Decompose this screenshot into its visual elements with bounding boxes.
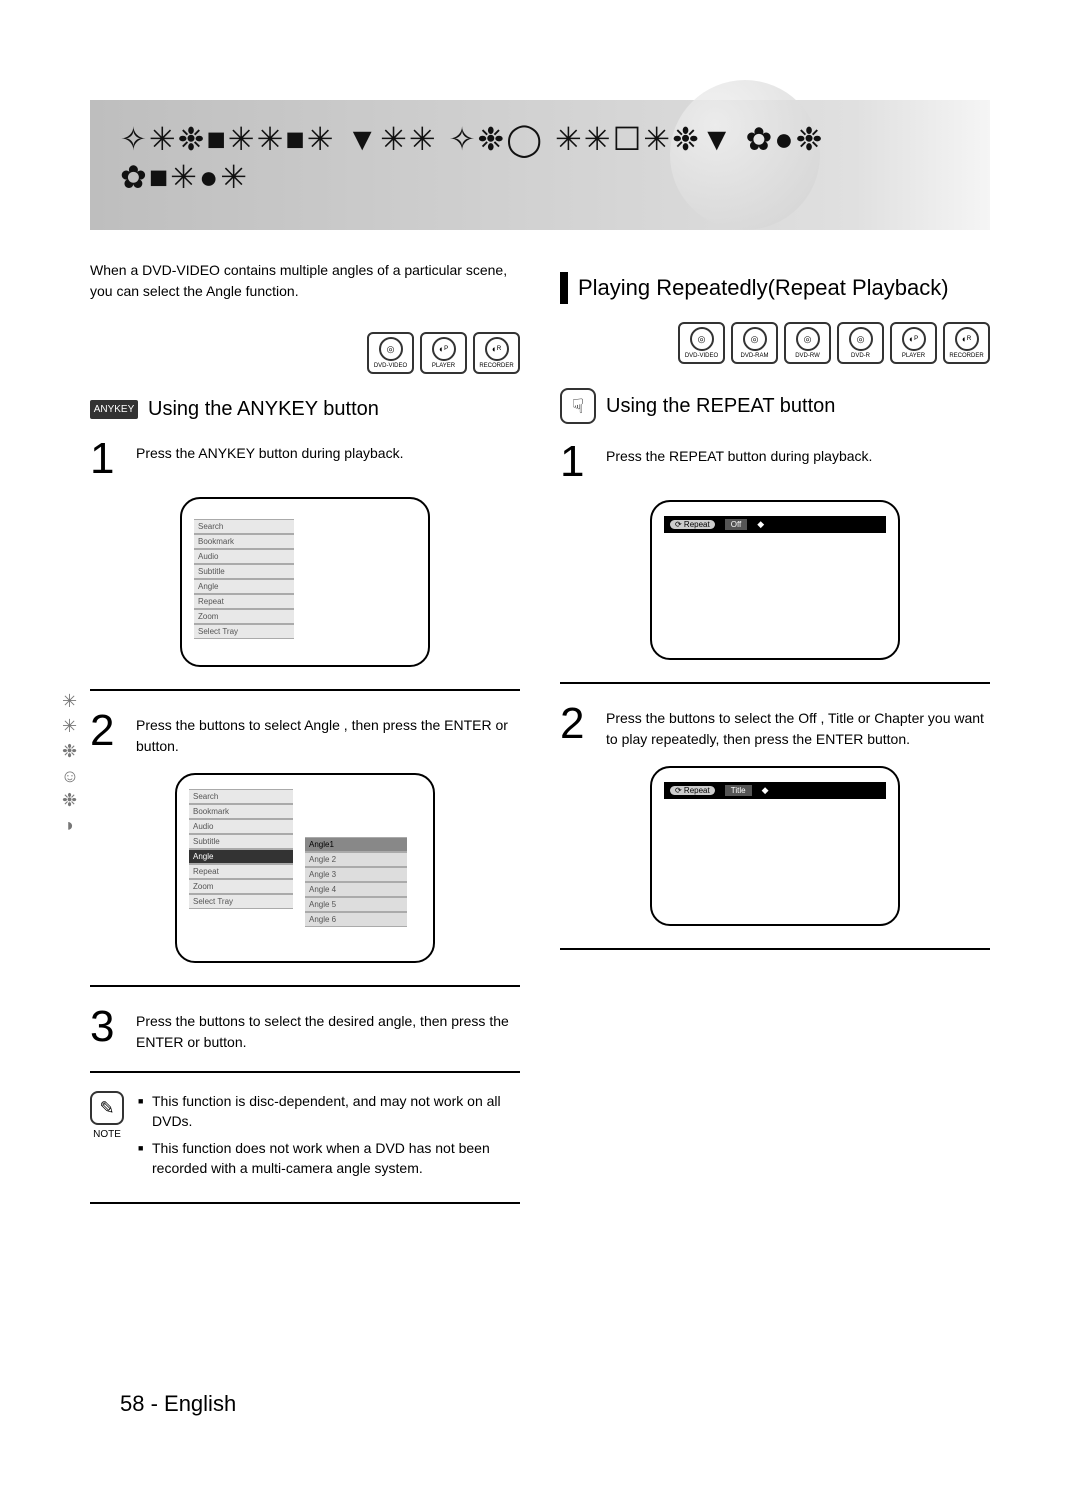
menu-item: Select Tray xyxy=(189,894,293,909)
step-text: Press the buttons to select the desired … xyxy=(136,1005,520,1053)
submenu-item: Angle 4 xyxy=(305,882,407,897)
anykey-subhead: ANYKEY Using the ANYKEY button xyxy=(90,398,520,421)
right-step-1: 1 Press the REPEAT button during playbac… xyxy=(560,440,990,484)
tv-screen-osd-1: ⟳ Repeat Off ◆ xyxy=(650,500,900,660)
osd-bar: ⟳ Repeat Off ◆ xyxy=(664,516,886,533)
menu-item: Search xyxy=(194,519,294,534)
menu-item: Angle xyxy=(194,579,294,594)
submenu-item: Angle 2 xyxy=(305,852,407,867)
osd-selection: Title xyxy=(725,785,752,796)
submenu-item: Angle 6 xyxy=(305,912,407,927)
divider xyxy=(90,1071,520,1073)
right-step-2: 2 Press the buttons to select the Off , … xyxy=(560,702,990,750)
osd-arrows: ◆ xyxy=(762,785,769,796)
note-icon-col: ✎ NOTE xyxy=(90,1091,124,1184)
anykey-badge: ANYKEY xyxy=(90,400,138,419)
dvd-video-icon: ◎DVD-VIDEO xyxy=(678,322,725,364)
menu-item: Bookmark xyxy=(194,534,294,549)
note-label: NOTE xyxy=(90,1129,124,1140)
header-title: ✧✳❉■✳✳■✳ ▼✳✳ ✧❉◯ ✳✳☐✳❉▼ ✿●❉ ✿■✳●✳ xyxy=(120,120,960,196)
note-item: This function is disc-dependent, and may… xyxy=(138,1091,520,1132)
on-screen-menu: Search Bookmark Audio Subtitle Angle Rep… xyxy=(194,519,294,639)
recorder-icon: ◐ᴿRECORDER xyxy=(943,322,990,364)
section-title: Playing Repeatedly(Repeat Playback) xyxy=(578,275,949,301)
divider xyxy=(560,682,990,684)
player-icon: ◐ᴾPLAYER xyxy=(420,332,467,374)
submenu-item: Angle 5 xyxy=(305,897,407,912)
step-text: Press the REPEAT button during playback. xyxy=(606,440,872,484)
page-header: ✧✳❉■✳✳■✳ ▼✳✳ ✧❉◯ ✳✳☐✳❉▼ ✿●❉ ✿■✳●✳ xyxy=(90,100,990,230)
step-text: Press the buttons to select Angle , then… xyxy=(136,709,520,757)
recorder-icon: ◐ᴿRECORDER xyxy=(473,332,520,374)
step-number: 3 xyxy=(90,1005,124,1053)
left-step-2: 2 Press the buttons to select Angle , th… xyxy=(90,709,520,757)
disc-icons-left: ◎DVD-VIDEO ◐ᴾPLAYER ◐ᴿRECORDER xyxy=(90,332,520,374)
tv-screen-osd-2: ⟳ Repeat Title ◆ xyxy=(650,766,900,926)
repeat-subhead-text: Using the REPEAT button xyxy=(606,395,835,418)
menu-item: Zoom xyxy=(194,609,294,624)
menu-item: Zoom xyxy=(189,879,293,894)
left-step-3: 3 Press the buttons to select the desire… xyxy=(90,1005,520,1053)
menu-item: Search xyxy=(189,789,293,804)
on-screen-menu-main: Search Bookmark Audio Subtitle Angle Rep… xyxy=(189,789,293,909)
note-item: This function does not work when a DVD h… xyxy=(138,1138,520,1179)
osd-pill: ⟳ Repeat xyxy=(670,520,715,529)
dvd-video-icon: ◎DVD-VIDEO xyxy=(367,332,414,374)
osd-arrows: ◆ xyxy=(757,519,764,530)
submenu-item: Angle 3 xyxy=(305,867,407,882)
menu-item: Audio xyxy=(189,819,293,834)
osd-bar: ⟳ Repeat Title ◆ xyxy=(664,782,886,799)
menu-item: Bookmark xyxy=(189,804,293,819)
left-column: When a DVD-VIDEO contains multiple angle… xyxy=(90,260,520,1222)
player-icon: ◐ᴾPLAYER xyxy=(890,322,937,364)
pencil-icon: ✎ xyxy=(90,1091,124,1125)
menu-item: Repeat xyxy=(189,864,293,879)
page-footer: 58 - English xyxy=(120,1391,236,1417)
menu-item: Subtitle xyxy=(194,564,294,579)
note-text: This function is disc-dependent, and may… xyxy=(138,1091,520,1184)
on-screen-submenu: Angle1 Angle 2 Angle 3 Angle 4 Angle 5 A… xyxy=(305,837,407,927)
disc-icons-right: ◎DVD-VIDEO ◎DVD-RAM ◎DVD-RW ◎DVD-R ◐ᴾPLA… xyxy=(560,322,990,364)
step-text: Press the ANYKEY button during playback. xyxy=(136,437,403,481)
divider xyxy=(90,1202,520,1204)
repeat-subhead: ☟ Using the REPEAT button xyxy=(560,388,990,424)
divider xyxy=(90,689,520,691)
anykey-subhead-text: Using the ANYKEY button xyxy=(148,398,379,421)
dvd-ram-icon: ◎DVD-RAM xyxy=(731,322,778,364)
menu-item: Select Tray xyxy=(194,624,294,639)
dvd-rw-icon: ◎DVD-RW xyxy=(784,322,831,364)
menu-item: Audio xyxy=(194,549,294,564)
tv-screen-menu-1: Search Bookmark Audio Subtitle Angle Rep… xyxy=(180,497,430,667)
tv-screen-menu-2: Search Bookmark Audio Subtitle Angle Rep… xyxy=(175,773,435,963)
note-block: ✎ NOTE This function is disc-dependent, … xyxy=(90,1091,520,1184)
hand-icon: ☟ xyxy=(560,388,596,424)
section-head-repeat: Playing Repeatedly(Repeat Playback) xyxy=(560,272,990,304)
osd-selection: Off xyxy=(725,519,748,530)
osd-pill: ⟳ Repeat xyxy=(670,786,715,795)
menu-item-selected: Angle xyxy=(189,849,293,864)
section-bar xyxy=(560,272,568,304)
menu-item: Subtitle xyxy=(189,834,293,849)
intro-text: When a DVD-VIDEO contains multiple angle… xyxy=(90,260,520,302)
dvd-r-icon: ◎DVD-R xyxy=(837,322,884,364)
step-number: 1 xyxy=(90,437,124,481)
divider xyxy=(90,985,520,987)
step-number: 2 xyxy=(560,702,594,750)
step-number: 2 xyxy=(90,709,124,757)
left-step-1: 1 Press the ANYKEY button during playbac… xyxy=(90,437,520,481)
side-tab: ✳✳❉☺❉◗ xyxy=(55,680,85,850)
step-text: Press the buttons to select the Off , Ti… xyxy=(606,702,990,750)
menu-item: Repeat xyxy=(194,594,294,609)
right-column: Playing Repeatedly(Repeat Playback) ◎DVD… xyxy=(560,260,990,1222)
submenu-item-selected: Angle1 xyxy=(305,837,407,852)
divider xyxy=(560,948,990,950)
step-number: 1 xyxy=(560,440,594,484)
